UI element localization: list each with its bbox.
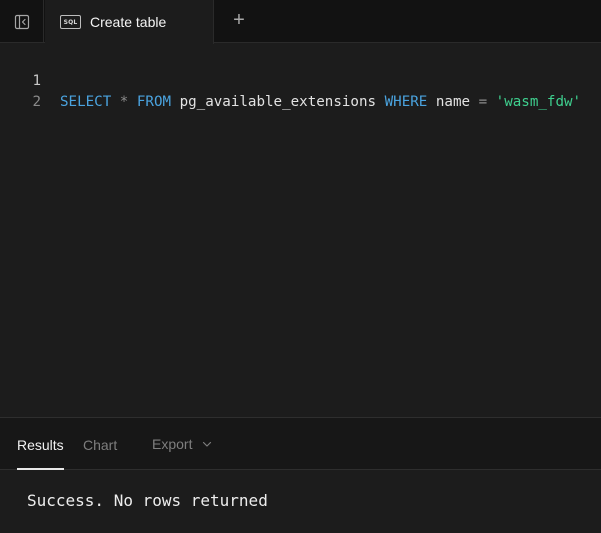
sidebar-toggle-button[interactable] — [0, 0, 44, 43]
sql-string: 'wasm_fdw' — [495, 94, 582, 110]
results-panel: Results Chart Export Success. No rows re… — [0, 417, 601, 533]
code-line: SELECT * FROM pg_available_extensions WH… — [60, 92, 581, 113]
export-label: Export — [152, 435, 193, 452]
query-status-message: Success. No rows returned — [27, 491, 268, 510]
tab-chart-label: Chart — [83, 437, 118, 453]
code-text: pg_available_extensions — [171, 94, 385, 110]
tab-results-label: Results — [17, 437, 64, 453]
new-tab-button[interactable]: + — [226, 7, 252, 33]
tab-label: Create table — [90, 14, 167, 30]
sql-editor[interactable]: 1 SELECT * FROM pg_available_extensions … — [0, 44, 601, 417]
sql-keyword: SELECT — [60, 94, 112, 110]
export-dropdown-button[interactable]: Export — [152, 418, 212, 469]
results-tab-bar: Results Chart Export — [0, 418, 601, 470]
sql-keyword: FROM — [136, 94, 172, 110]
editor-tab-bar: SQL Create table + — [0, 0, 601, 44]
editor-line: 2 — [0, 71, 41, 110]
plus-icon: + — [233, 8, 245, 31]
sql-operator: = — [478, 94, 488, 110]
line-number: 2 — [32, 94, 41, 110]
code-text: name — [427, 94, 479, 110]
tab-create-table[interactable]: SQL Create table — [45, 0, 214, 44]
sidebar-collapse-icon — [14, 14, 30, 30]
chevron-down-icon — [202, 439, 212, 449]
sql-file-icon: SQL — [60, 15, 81, 29]
tab-results[interactable]: Results — [17, 418, 64, 470]
editor-line: 1 SELECT * FROM pg_available_extensions … — [0, 50, 581, 110]
sql-keyword: WHERE — [384, 94, 428, 110]
tab-chart[interactable]: Chart — [83, 418, 117, 469]
